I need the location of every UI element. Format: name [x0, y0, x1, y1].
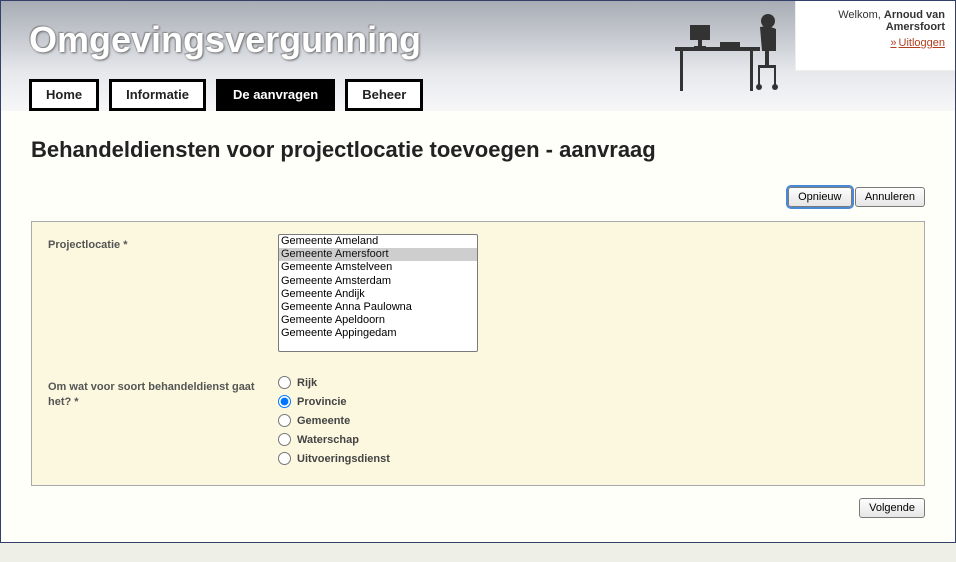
radio-waterschap-text: Waterschap — [297, 434, 359, 446]
row-soort: Om wat voor soort behandeldienst gaat he… — [48, 376, 908, 471]
radio-gemeente-label[interactable]: Gemeente — [278, 414, 390, 427]
projectlocatie-listbox[interactable]: Gemeente AmelandGemeente AmersfoortGemee… — [278, 234, 478, 352]
radio-gemeente-text: Gemeente — [297, 415, 350, 427]
annuleren-button[interactable]: Annuleren — [855, 187, 925, 207]
projectlocatie-label: Projectlocatie * — [48, 234, 278, 253]
logout-text: Uitloggen — [899, 37, 945, 49]
top-actions: Opnieuw Annuleren — [31, 187, 925, 207]
radio-waterschap-label[interactable]: Waterschap — [278, 433, 390, 446]
raquo-icon: » — [890, 37, 896, 49]
bottom-actions: Volgende — [31, 498, 925, 518]
soort-label: Om wat voor soort behandeldienst gaat he… — [48, 376, 278, 411]
soort-radio-group: Rijk Provincie Gemeente Waterschap — [278, 376, 390, 471]
content: Behandeldiensten voor projectlocatie toe… — [1, 111, 955, 542]
radio-provincie-label[interactable]: Provincie — [278, 395, 390, 408]
welcome-prefix: Welkom, — [838, 9, 884, 21]
nav-home[interactable]: Home — [29, 79, 99, 111]
nav-aanvragen[interactable]: De aanvragen — [216, 79, 335, 111]
row-projectlocatie: Projectlocatie * Gemeente AmelandGemeent… — [48, 234, 908, 352]
app-title: Omgevingsvergunning — [29, 19, 421, 61]
desk-illustration-icon — [670, 7, 790, 95]
form-panel: Projectlocatie * Gemeente AmelandGemeent… — [31, 221, 925, 486]
banner: Omgevingsvergunning Welkom, Arnoud van A… — [1, 1, 955, 111]
radio-uitvoeringsdienst-label[interactable]: Uitvoeringsdienst — [278, 452, 390, 465]
main-nav: Home Informatie De aanvragen Beheer — [29, 79, 423, 111]
volgende-button[interactable]: Volgende — [859, 498, 925, 518]
radio-provincie[interactable] — [278, 395, 291, 408]
opnieuw-button[interactable]: Opnieuw — [788, 187, 851, 207]
welcome-user: Arnoud van Amersfoort — [884, 9, 945, 33]
page-title: Behandeldiensten voor projectlocatie toe… — [31, 137, 925, 163]
radio-rijk-text: Rijk — [297, 377, 317, 389]
radio-waterschap[interactable] — [278, 433, 291, 446]
radio-gemeente[interactable] — [278, 414, 291, 427]
radio-rijk[interactable] — [278, 376, 291, 389]
nav-informatie[interactable]: Informatie — [109, 79, 206, 111]
radio-provincie-text: Provincie — [297, 396, 347, 408]
logout-link[interactable]: »Uitloggen — [802, 37, 945, 49]
radio-uitvoeringsdienst-text: Uitvoeringsdienst — [297, 453, 390, 465]
nav-beheer[interactable]: Beheer — [345, 79, 423, 111]
radio-rijk-label[interactable]: Rijk — [278, 376, 390, 389]
radio-uitvoeringsdienst[interactable] — [278, 452, 291, 465]
welcome-box: Welkom, Arnoud van Amersfoort »Uitloggen — [795, 1, 955, 71]
